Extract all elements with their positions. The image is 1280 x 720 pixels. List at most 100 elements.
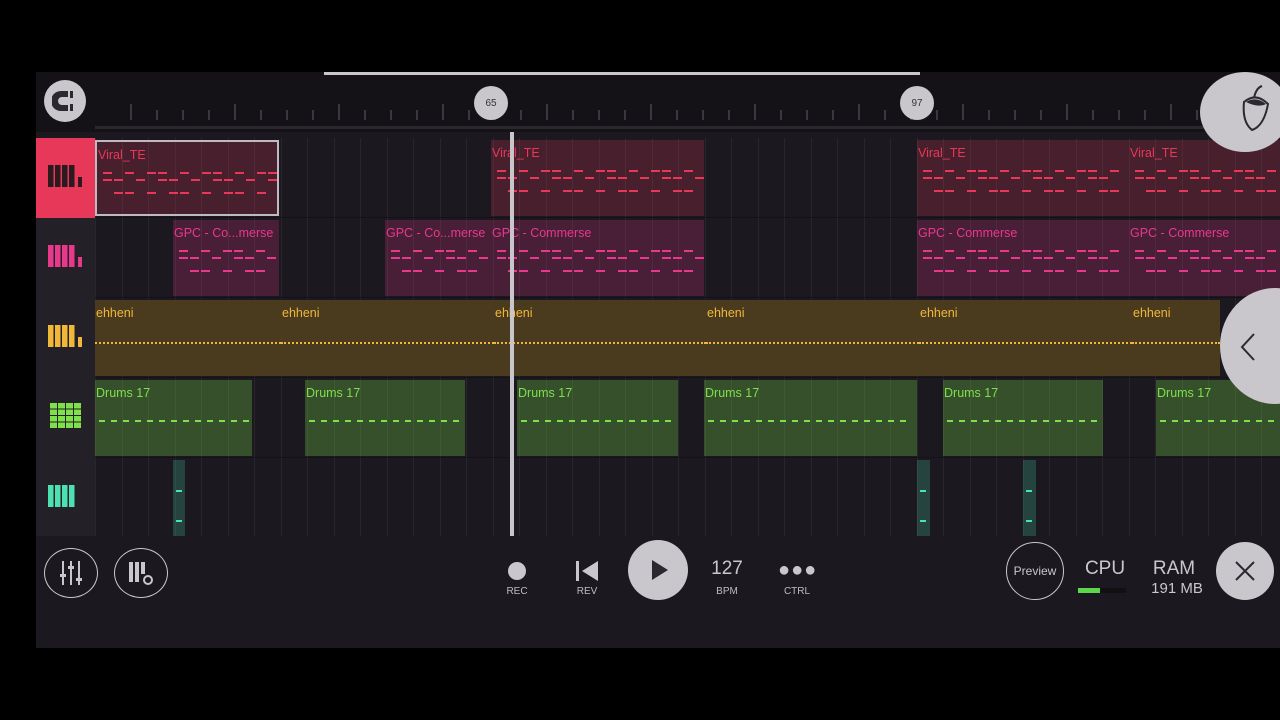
grid-line [625,458,626,537]
record-button[interactable] [508,562,526,580]
clip-name: Drums 17 [306,386,361,400]
magnet-icon [52,91,73,111]
clip[interactable]: Drums 17 [704,380,917,456]
grid-line [307,218,308,297]
grid-line [704,138,706,217]
track-lane[interactable] [36,458,1280,538]
clip[interactable]: GPC - Co...merse [173,220,279,296]
mixer-button[interactable] [44,548,98,598]
grid-line [1075,458,1077,537]
grid-line [837,218,838,297]
clip[interactable]: ehheni [1132,300,1220,376]
clip[interactable]: Viral_TE [491,140,704,216]
play-button[interactable] [628,540,688,600]
clip[interactable]: ehheni [494,300,706,376]
ruler-marker[interactable]: 65 [474,86,508,120]
track-lane[interactable]: ehheniehheniehheniehheniehheniehheni [36,298,1280,378]
ruler-tick [1144,110,1146,120]
ruler-marker[interactable]: 97 [900,86,934,120]
grid-line [280,378,282,457]
grid-line [95,218,96,297]
grid-line [360,218,361,297]
track-lane[interactable]: GPC - Co...merse GPC - Co...merse GPC - Co… [36,218,1280,298]
grid-line [466,458,467,537]
fl-logo-button[interactable] [1200,72,1280,152]
grid-line [863,458,865,537]
grid-line [731,218,732,297]
bpm-value[interactable]: 127 [702,558,752,580]
ruler-tick [1066,104,1068,120]
grid-line [360,138,361,217]
track-header-piano-yellow[interactable] [36,298,95,378]
clip-name: ehheni [282,306,320,320]
clip-notes [494,330,706,360]
grid-line [890,458,891,537]
rev-label: REV [576,586,598,597]
track-header-piano-pink[interactable] [36,218,95,298]
clip-name: Drums 17 [1157,386,1212,400]
ruler-tick [728,110,730,120]
piano-gear-icon [129,562,153,585]
rewind-button[interactable] [574,560,600,582]
clip[interactable] [1023,460,1036,536]
close-icon [1235,561,1255,581]
clip[interactable]: GPC - Co...merse [385,220,491,296]
grid-line [678,378,679,457]
clip[interactable]: Drums 17 [517,380,678,456]
clip[interactable]: Viral_TE [1129,140,1280,216]
grid-line [837,458,838,537]
ruler-tick [1170,104,1172,120]
grid-line [466,138,467,217]
grid-line [386,138,388,217]
ruler-tick [338,104,340,120]
grid-line [969,458,971,537]
grid-line [121,218,123,297]
clip[interactable]: ehheni [919,300,1132,376]
clip-notes [385,250,491,280]
clip[interactable]: ehheni [706,300,919,376]
ruler-tick [572,110,574,120]
track-header-piano-teal[interactable] [36,458,95,538]
ruler-tick [130,104,132,120]
track-header-drums-green[interactable] [36,378,95,458]
track-lane[interactable]: Viral_TE Viral_TE Viral_TE Viral_TE [36,138,1280,218]
clip[interactable]: Drums 17 [305,380,465,456]
track-lane[interactable]: Drums 17 Drums 17 Drums 17 Drums 17 Drums 17… [36,378,1280,458]
clip[interactable] [917,460,930,536]
preview-button[interactable]: Preview [1006,542,1064,600]
clip[interactable]: GPC - Commerse [1129,220,1280,296]
ruler-tick [234,104,236,120]
horizontal-scrollbar[interactable] [324,72,920,75]
clip-notes [1023,490,1036,522]
clip-notes [704,410,917,440]
ctrl-button[interactable]: ●●● [778,560,817,580]
ruler-tick [624,110,626,120]
clip[interactable]: GPC - Commerse [491,220,704,296]
clip[interactable]: GPC - Commerse [917,220,1129,296]
clip-notes [173,490,185,522]
timeline-ruler[interactable] [36,72,1280,132]
more-dots-icon: ●●● [778,559,818,581]
playhead[interactable] [510,132,514,536]
clip[interactable]: Viral_TE [95,140,279,216]
clip-name: ehheni [920,306,958,320]
chevron-left-icon [1240,333,1255,361]
ruler-tick [676,110,678,120]
clip-notes [917,490,930,522]
grid-line [757,218,759,297]
close-button[interactable] [1216,542,1274,600]
clip[interactable]: ehheni [281,300,494,376]
grid-line [307,138,308,217]
instrument-settings-button[interactable] [114,548,168,598]
grid-line [227,458,229,537]
clip[interactable]: Viral_TE [917,140,1129,216]
clip-notes [919,330,1132,360]
clip-notes [1156,410,1280,440]
clip[interactable]: ehheni [95,300,281,376]
clip[interactable]: Drums 17 [943,380,1103,456]
clip[interactable]: Drums 17 [95,380,252,456]
snap-magnet-button[interactable] [44,80,86,122]
track-header-piano-red[interactable] [36,138,95,218]
clip[interactable] [173,460,185,536]
ruler-tick [1092,110,1094,120]
